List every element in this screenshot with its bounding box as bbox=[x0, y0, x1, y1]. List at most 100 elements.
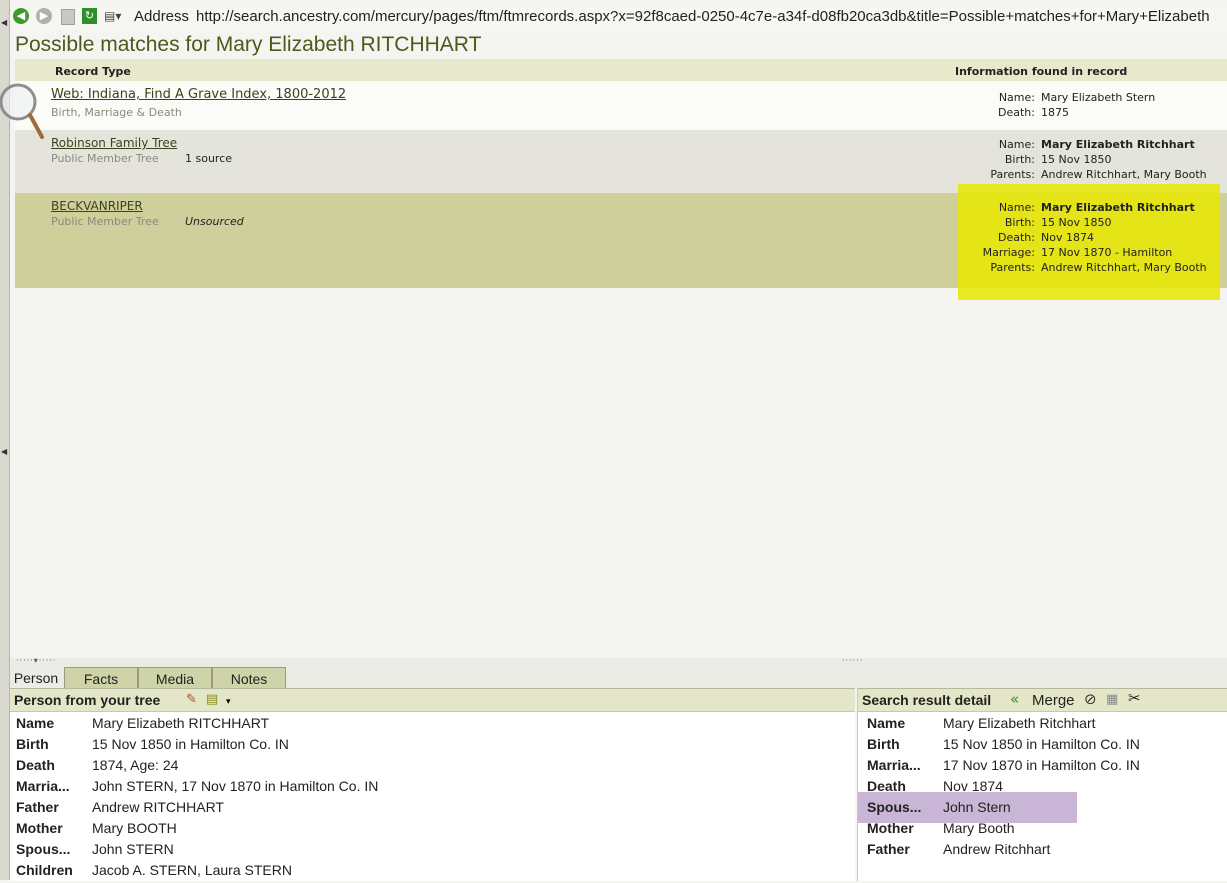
person-panel: Person from your tree ✎ ▤ ▾ Name Mary Eli… bbox=[10, 688, 855, 881]
info-value: 17 Nov 1870 - Hamilton bbox=[1041, 246, 1173, 259]
compare-icon[interactable]: ▦ bbox=[1106, 693, 1118, 707]
info-value: Andrew Ritchhart, Mary Booth bbox=[1041, 261, 1207, 274]
splitter-grip-icon[interactable]: ·····▾····· bbox=[16, 656, 56, 665]
fact-value: Nov 1874 bbox=[943, 778, 1003, 794]
info-label: Name: bbox=[998, 138, 1035, 151]
person-panel-header: Person from your tree ✎ ▤ ▾ bbox=[10, 689, 855, 712]
search-panel-title: Search result detail bbox=[862, 692, 992, 708]
fact-value: John Stern bbox=[943, 799, 1011, 815]
forward-icon[interactable]: ▶ bbox=[36, 8, 52, 24]
fact-value: Andrew RITCHHART bbox=[92, 799, 224, 815]
tab-notes[interactable]: Notes bbox=[212, 667, 286, 689]
results-pane: Possible matches for Mary Elizabeth RITC… bbox=[0, 30, 1227, 658]
fact-value: John STERN bbox=[92, 841, 174, 857]
info-label: Name: bbox=[998, 91, 1035, 104]
info-value: 15 Nov 1850 bbox=[1041, 153, 1112, 166]
info-label: Marriage: bbox=[982, 246, 1035, 259]
fact-label: Spous... bbox=[867, 799, 922, 815]
tab-person[interactable]: Person bbox=[10, 667, 62, 688]
info-value: Mary Elizabeth Stern bbox=[1041, 91, 1156, 104]
fact-label: Mother bbox=[867, 820, 914, 836]
fact-label: Marria... bbox=[16, 778, 70, 794]
info-value: Nov 1874 bbox=[1041, 231, 1094, 244]
record-title-link[interactable]: Web: Indiana, Find A Grave Index, 1800-2… bbox=[51, 87, 346, 102]
merge-arrow-icon[interactable]: « bbox=[1010, 692, 1019, 707]
fact-label: Name bbox=[16, 715, 55, 731]
address-toolbar: ◀ ▶ ↻ ▤▾ Address http://search.ancestry.… bbox=[10, 6, 1227, 30]
info-label: Birth: bbox=[1004, 216, 1035, 229]
info-value: 15 Nov 1850 bbox=[1041, 216, 1112, 229]
record-source-count: 1 source bbox=[185, 152, 233, 165]
record-source-status: Unsourced bbox=[185, 215, 244, 228]
info-label: Birth: bbox=[1004, 153, 1035, 166]
collapse-arrow-icon[interactable]: ◀ bbox=[1, 447, 7, 456]
tab-media[interactable]: Media bbox=[138, 667, 212, 689]
person-menu-icon[interactable]: ▤ bbox=[206, 693, 218, 707]
fact-value: Mary Booth bbox=[943, 820, 1015, 836]
fact-value: Mary Elizabeth Ritchhart bbox=[943, 715, 1096, 731]
splitter-grip-icon[interactable]: ······ bbox=[842, 656, 863, 665]
record-info: Name: Mary Elizabeth Ritchhart Birth: 15 N… bbox=[895, 201, 1207, 276]
address-input[interactable]: http://search.ancestry.com/mercury/pages… bbox=[196, 8, 1227, 25]
record-title-link[interactable]: BECKVANRIPER bbox=[51, 199, 143, 213]
info-value: Mary Elizabeth Ritchhart bbox=[1041, 201, 1195, 214]
fact-label: Father bbox=[16, 799, 59, 815]
stop-icon[interactable] bbox=[61, 9, 75, 25]
col-record-type: Record Type bbox=[55, 65, 131, 78]
results-header: Record Type Information found in record bbox=[15, 59, 1227, 81]
fact-label: Father bbox=[867, 841, 910, 857]
page-options-icon[interactable]: ▤▾ bbox=[104, 8, 124, 24]
fact-value: John STERN, 17 Nov 1870 in Hamilton Co. … bbox=[92, 778, 379, 794]
info-value: Andrew Ritchhart, Mary Booth bbox=[1041, 168, 1207, 181]
fact-label: Death bbox=[867, 778, 906, 794]
detail-tabs: Person Facts Media Notes bbox=[10, 666, 1227, 689]
merge-button[interactable]: Merge bbox=[1032, 692, 1075, 709]
info-label: Parents: bbox=[990, 168, 1035, 181]
record-row[interactable]: Web: Indiana, Find A Grave Index, 1800-2… bbox=[15, 81, 1227, 130]
fact-value: 1874, Age: 24 bbox=[92, 757, 179, 773]
record-info: Name: Mary Elizabeth Stern Death: 1875 bbox=[895, 91, 1155, 121]
record-subtitle: Birth, Marriage & Death bbox=[51, 106, 182, 119]
fact-label: Birth bbox=[16, 736, 49, 752]
info-label: Name: bbox=[998, 201, 1035, 214]
magnifier-icon bbox=[0, 83, 44, 139]
col-information: Information found in record bbox=[955, 65, 1128, 78]
refresh-icon[interactable]: ↻ bbox=[82, 8, 97, 24]
scissors-icon[interactable]: ✂ bbox=[1128, 691, 1141, 706]
fact-value: Mary Elizabeth RITCHHART bbox=[92, 715, 270, 731]
record-info: Name: Mary Elizabeth Ritchhart Birth: 15 N… bbox=[895, 138, 1207, 183]
collapse-arrow-icon[interactable]: ◀ bbox=[1, 18, 7, 27]
back-icon[interactable]: ◀ bbox=[13, 8, 29, 24]
search-result-panel: Search result detail « Merge ⊘ ▦ ✂ Name M… bbox=[857, 688, 1227, 881]
record-title-link[interactable]: Robinson Family Tree bbox=[51, 136, 177, 150]
fact-value: Mary BOOTH bbox=[92, 820, 177, 836]
info-value: 1875 bbox=[1041, 106, 1069, 119]
person-panel-title: Person from your tree bbox=[14, 692, 161, 708]
fact-label: Name bbox=[867, 715, 906, 731]
search-panel-header: Search result detail « Merge ⊘ ▦ ✂ bbox=[858, 689, 1227, 712]
fact-label: Mother bbox=[16, 820, 63, 836]
fact-label: Children bbox=[16, 862, 73, 878]
info-value: Mary Elizabeth Ritchhart bbox=[1041, 138, 1195, 151]
fact-value: Jacob A. STERN, Laura STERN bbox=[92, 862, 292, 878]
chevron-down-icon[interactable]: ▾ bbox=[226, 695, 231, 709]
record-subtitle: Public Member Tree bbox=[51, 215, 159, 228]
page-title: Possible matches for Mary Elizabeth RITC… bbox=[15, 33, 482, 56]
fact-value: 17 Nov 1870 in Hamilton Co. IN bbox=[943, 757, 1140, 773]
pane-splitter[interactable]: ·····▾····· ······ bbox=[10, 656, 1227, 666]
edit-person-icon[interactable]: ✎ bbox=[186, 693, 197, 707]
info-label: Death: bbox=[998, 106, 1035, 119]
fact-label: Spous... bbox=[16, 841, 71, 857]
fact-label: Birth bbox=[867, 736, 900, 752]
ignore-icon[interactable]: ⊘ bbox=[1084, 692, 1097, 707]
fact-value: 15 Nov 1850 in Hamilton Co. IN bbox=[943, 736, 1140, 752]
tab-facts[interactable]: Facts bbox=[64, 667, 138, 689]
fact-value: 15 Nov 1850 in Hamilton Co. IN bbox=[92, 736, 289, 752]
fact-label: Marria... bbox=[867, 757, 921, 773]
fact-value: Andrew Ritchhart bbox=[943, 841, 1051, 857]
address-label: Address bbox=[134, 8, 190, 25]
fact-label: Death bbox=[16, 757, 55, 773]
info-label: Death: bbox=[998, 231, 1035, 244]
info-label: Parents: bbox=[990, 261, 1035, 274]
record-subtitle: Public Member Tree bbox=[51, 152, 159, 165]
